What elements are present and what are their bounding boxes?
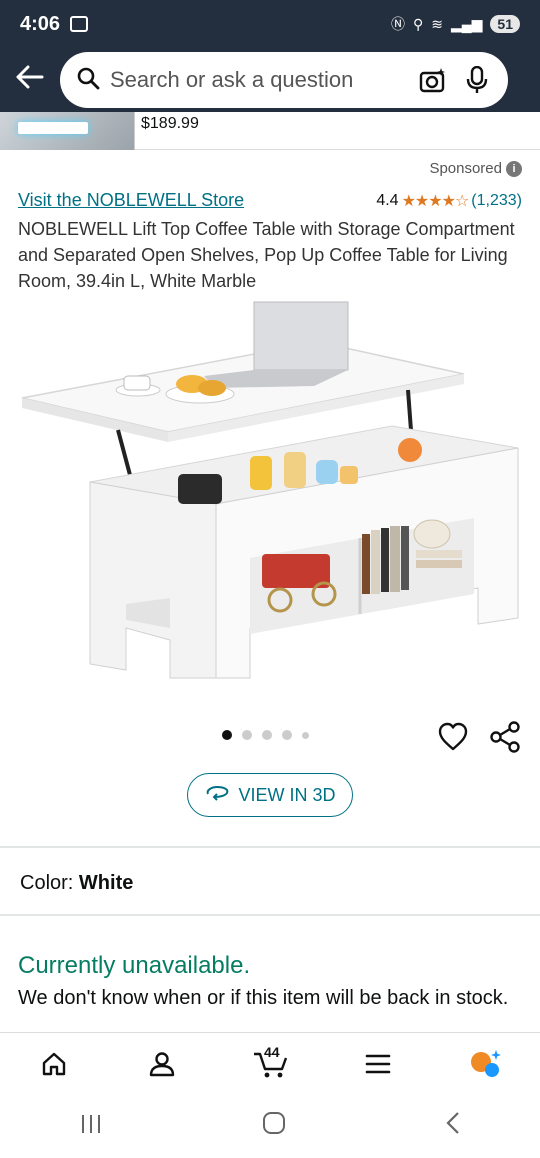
carousel-dot[interactable] — [262, 730, 272, 740]
search-bar[interactable]: Search or ask a question — [60, 52, 508, 108]
camera-search-icon[interactable] — [416, 63, 450, 97]
product-title: NOBLEWELL Lift Top Coffee Table with Sto… — [18, 219, 515, 291]
nfc-icon: Ⓝ — [390, 16, 405, 32]
rating[interactable]: 4.4 ★★★★☆ (1,233) — [376, 191, 522, 211]
sponsored-label[interactable]: Sponsored i — [429, 160, 522, 177]
view-in-3d-label: VIEW IN 3D — [238, 784, 336, 805]
store-rating-row: Visit the NOBLEWELL Store 4.4 ★★★★☆ (1,2… — [18, 190, 522, 211]
back-arrow-icon[interactable] — [0, 65, 60, 95]
system-navigation-bar — [0, 1094, 540, 1158]
cart-icon[interactable]: 44 — [248, 1042, 292, 1086]
info-icon[interactable]: i — [506, 160, 522, 177]
home-icon[interactable] — [32, 1042, 76, 1086]
share-icon[interactable] — [488, 720, 522, 754]
heart-icon[interactable] — [436, 720, 470, 754]
microphone-icon[interactable] — [460, 63, 494, 97]
carousel-dot[interactable] — [282, 730, 292, 740]
color-selector[interactable]: Color: White — [20, 872, 133, 895]
carousel-dot[interactable] — [242, 730, 252, 740]
search-input[interactable]: Search or ask a question — [110, 67, 406, 93]
system-home-icon[interactable] — [262, 1111, 286, 1142]
cart-count: 44 — [264, 1043, 280, 1060]
signal-icon: ▂▄▆ — [450, 15, 483, 32]
view-in-3d-button[interactable]: VIEW IN 3D — [187, 773, 353, 817]
rating-stars-icon: ★★★★☆ — [401, 192, 470, 210]
battery-indicator: 51 — [490, 15, 520, 33]
sponsored-text: Sponsored — [429, 160, 502, 177]
color-value: White — [78, 872, 134, 894]
status-bar: 4:06 Ⓝ ⚲ ≋ ▂▄▆ 51 — [0, 0, 540, 48]
rating-count[interactable]: (1,233) — [471, 192, 522, 210]
availability-message: We don't know when or if this item will … — [18, 987, 509, 1009]
image-carousel-dots[interactable] — [222, 730, 309, 740]
status-time: 4:06 — [20, 12, 61, 35]
wifi-icon: ≋ — [431, 15, 443, 32]
screenshot-icon — [70, 16, 89, 32]
menu-icon[interactable] — [356, 1042, 400, 1086]
bottom-navigation: 44 — [0, 1032, 540, 1094]
store-link[interactable]: Visit the NOBLEWELL Store — [18, 190, 244, 211]
search-icon — [76, 66, 100, 95]
location-icon: ⚲ — [412, 15, 424, 32]
divider — [0, 846, 540, 848]
previous-product-price: $189.99 — [141, 115, 199, 132]
system-back-icon[interactable] — [445, 1111, 461, 1142]
color-label: Color: — [20, 872, 74, 894]
previous-product-strip[interactable]: $189.99 — [0, 112, 540, 150]
recent-apps-icon[interactable] — [79, 1111, 103, 1142]
divider — [0, 914, 540, 916]
availability-status: Currently unavailable. — [18, 952, 251, 979]
product-image[interactable] — [18, 298, 522, 688]
app-header: Search or ask a question — [0, 48, 540, 112]
rotate-3d-icon — [204, 785, 230, 806]
rating-value: 4.4 — [376, 191, 399, 209]
status-icons: Ⓝ ⚲ ≋ ▂▄▆ 51 — [391, 14, 520, 34]
previous-product-image[interactable] — [0, 112, 135, 150]
carousel-dot[interactable] — [302, 731, 309, 739]
account-icon[interactable] — [140, 1042, 184, 1086]
carousel-dot[interactable] — [222, 730, 232, 740]
rufus-assistant-icon[interactable] — [464, 1042, 508, 1086]
